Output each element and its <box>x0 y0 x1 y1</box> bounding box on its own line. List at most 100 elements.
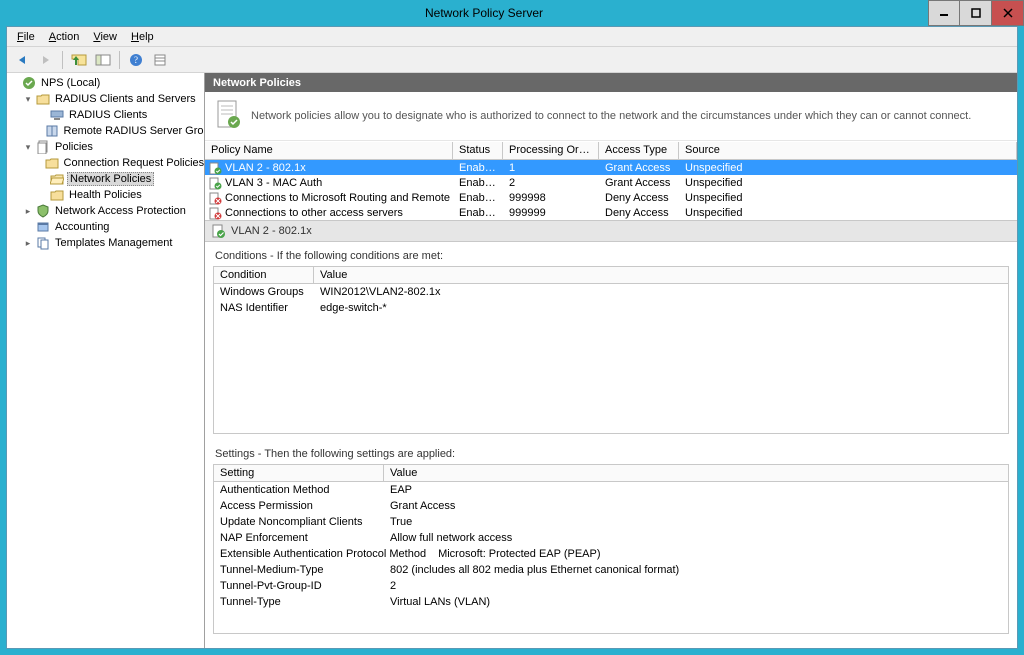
setting-value: 802 (includes all 802 media plus Etherne… <box>384 562 1008 578</box>
setting-name: NAP Enforcement <box>214 530 384 546</box>
policy-allow-icon <box>208 177 222 190</box>
col-header-status[interactable]: Status <box>453 142 503 159</box>
menu-file[interactable]: File <box>11 29 41 45</box>
setting-row[interactable]: Authentication MethodEAP <box>214 482 1008 498</box>
tree-node-nap[interactable]: ▸ Network Access Protection <box>23 203 204 219</box>
back-button[interactable] <box>11 49 33 71</box>
setting-row[interactable]: Tunnel-Pvt-Group-ID2 <box>214 578 1008 594</box>
condition-name: NAS Identifier <box>214 300 314 316</box>
results-pane: Network Policies Network policies allow … <box>205 73 1017 648</box>
maximize-button[interactable] <box>960 0 992 26</box>
policy-order: 999998 <box>503 190 599 205</box>
tree-node-templates[interactable]: ▸ Templates Management <box>23 235 204 251</box>
policy-name: Connections to other access servers <box>225 207 403 219</box>
shield-icon <box>36 204 50 218</box>
folder-open-icon <box>50 172 64 186</box>
up-button[interactable] <box>68 49 90 71</box>
panel-title: Network Policies <box>205 73 1017 92</box>
setting-name: Authentication Method <box>214 482 384 498</box>
policy-list-header[interactable]: Policy Name Status Processing Order Acce… <box>205 142 1017 160</box>
tree-node-policies[interactable]: ▾ Policies <box>23 139 204 155</box>
tree-node-radius-clients[interactable]: ▸ RADIUS Clients <box>37 107 204 123</box>
settings-caption: Settings - Then the following settings a… <box>215 448 1009 460</box>
condition-row[interactable]: NAS Identifieredge-switch-* <box>214 300 1008 316</box>
conditions-head-a[interactable]: Condition <box>214 267 314 283</box>
folder-icon <box>45 156 59 170</box>
accounting-icon <box>36 220 50 234</box>
description-bar: Network policies allow you to designate … <box>205 92 1017 141</box>
policy-row[interactable]: Connections to other access serversEnabl… <box>205 205 1017 220</box>
export-list-button[interactable] <box>149 49 171 71</box>
selected-policy-name: VLAN 2 - 802.1x <box>231 225 312 237</box>
col-header-order[interactable]: Processing Order <box>503 142 599 159</box>
setting-value: Virtual LANs (VLAN) <box>384 594 1008 610</box>
setting-row[interactable]: NAP EnforcementAllow full network access <box>214 530 1008 546</box>
setting-name: Access Permission <box>214 498 384 514</box>
policy-order: 999999 <box>503 205 599 220</box>
condition-value: WIN2012\VLAN2-802.1x <box>314 284 1008 300</box>
settings-head-b[interactable]: Value <box>384 465 1008 481</box>
setting-value: EAP <box>384 482 1008 498</box>
condition-value: edge-switch-* <box>314 300 1008 316</box>
policy-status: Enabled <box>453 190 503 205</box>
setting-row[interactable]: Tunnel-TypeVirtual LANs (VLAN) <box>214 594 1008 610</box>
tree-node-nps-root[interactable]: ▸ NPS (Local) <box>9 75 204 91</box>
setting-row[interactable]: Access PermissionGrant Access <box>214 498 1008 514</box>
policy-access: Grant Access <box>599 160 679 175</box>
navigation-tree[interactable]: ▸ NPS (Local) ▾ <box>7 73 205 648</box>
tree-node-health-policies[interactable]: ▸ Health Policies <box>37 187 204 203</box>
setting-name: Extensible Authentication Protocol Metho… <box>214 546 432 562</box>
close-button[interactable] <box>992 0 1024 26</box>
menu-action[interactable]: Action <box>43 29 86 45</box>
title-bar: Network Policy Server <box>0 0 1024 26</box>
conditions-caption: Conditions - If the following conditions… <box>215 250 1009 262</box>
policy-row[interactable]: VLAN 3 - MAC AuthEnabled2Grant AccessUns… <box>205 175 1017 190</box>
menu-view[interactable]: View <box>87 29 123 45</box>
settings-head-a[interactable]: Setting <box>214 465 384 481</box>
policy-access: Deny Access <box>599 190 679 205</box>
setting-value: Grant Access <box>384 498 1008 514</box>
col-header-name[interactable]: Policy Name <box>205 142 453 159</box>
folder-icon <box>36 92 50 106</box>
col-header-access[interactable]: Access Type <box>599 142 679 159</box>
setting-row[interactable]: Extensible Authentication Protocol Metho… <box>214 546 1008 562</box>
conditions-section: Conditions - If the following conditions… <box>213 250 1009 434</box>
toolbar: ? <box>7 47 1017 73</box>
main-shell: File Action View Help ? <box>6 26 1018 649</box>
policy-status: Enabled <box>453 160 503 175</box>
selected-policy-header: VLAN 2 - 802.1x <box>205 220 1017 242</box>
policy-access: Deny Access <box>599 205 679 220</box>
tree-node-remote-radius-groups[interactable]: ▸ Remote RADIUS Server Groups <box>37 123 204 139</box>
clients-icon <box>50 108 64 122</box>
condition-row[interactable]: Windows GroupsWIN2012\VLAN2-802.1x <box>214 284 1008 300</box>
setting-row[interactable]: Update Noncompliant ClientsTrue <box>214 514 1008 530</box>
setting-value: Allow full network access <box>384 530 1008 546</box>
policy-row[interactable]: Connections to Microsoft Routing and Rem… <box>205 190 1017 205</box>
server-group-icon <box>45 124 59 138</box>
policy-list[interactable]: Policy Name Status Processing Order Acce… <box>205 141 1017 220</box>
condition-name: Windows Groups <box>214 284 314 300</box>
col-header-source[interactable]: Source <box>679 142 1017 159</box>
settings-table[interactable]: Setting Value Authentication MethodEAPAc… <box>213 464 1009 634</box>
conditions-head-b[interactable]: Value <box>314 267 1008 283</box>
policy-deny-icon <box>208 207 222 220</box>
help-button[interactable]: ? <box>125 49 147 71</box>
policy-source: Unspecified <box>679 175 1017 190</box>
folder-icon <box>50 188 64 202</box>
details-area[interactable]: Conditions - If the following conditions… <box>205 242 1017 648</box>
policy-row[interactable]: VLAN 2 - 802.1xEnabled1Grant AccessUnspe… <box>205 160 1017 175</box>
menu-help[interactable]: Help <box>125 29 160 45</box>
tree-node-accounting[interactable]: ▸ Accounting <box>23 219 204 235</box>
minimize-button[interactable] <box>928 0 960 26</box>
menu-bar: File Action View Help <box>7 27 1017 47</box>
setting-row[interactable]: Tunnel-Medium-Type802 (includes all 802 … <box>214 562 1008 578</box>
conditions-table[interactable]: Condition Value Windows GroupsWIN2012\VL… <box>213 266 1009 434</box>
policy-name: VLAN 3 - MAC Auth <box>225 177 322 189</box>
setting-name: Tunnel-Medium-Type <box>214 562 384 578</box>
tree-node-connection-request-policies[interactable]: ▸ Connection Request Policies <box>37 155 204 171</box>
forward-button[interactable] <box>35 49 57 71</box>
tree-node-radius-clients-servers[interactable]: ▾ RADIUS Clients and Servers <box>23 91 204 107</box>
policy-order: 1 <box>503 160 599 175</box>
show-hide-tree-button[interactable] <box>92 49 114 71</box>
tree-node-network-policies[interactable]: ▸ Network Policies <box>37 171 204 187</box>
